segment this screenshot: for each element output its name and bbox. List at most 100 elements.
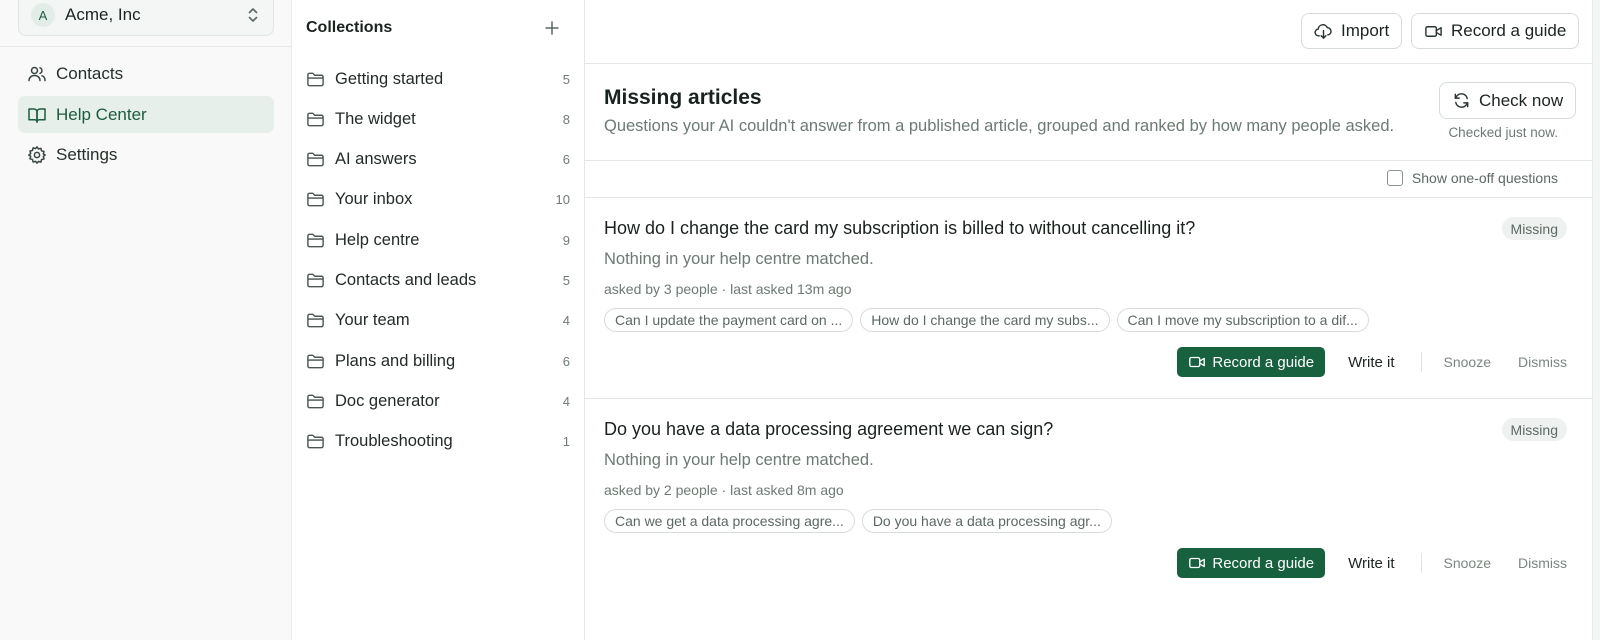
- import-label: Import: [1341, 21, 1390, 40]
- folder-icon: [307, 112, 324, 127]
- last-checked-text: Checked just now.: [1448, 125, 1558, 140]
- folder-icon: [307, 273, 324, 288]
- divider: [585, 160, 1593, 161]
- workspace-switcher[interactable]: A Acme, Inc: [18, 0, 274, 36]
- sidebar-item-label: Settings: [56, 144, 118, 164]
- collection-item[interactable]: Getting started 5: [306, 64, 570, 94]
- sidebar-divider: [0, 46, 292, 47]
- plus-icon[interactable]: [542, 18, 562, 38]
- scrollbar-track[interactable]: [1592, 0, 1600, 640]
- question-meta: asked by 3 people · last asked 13m ago: [604, 281, 852, 297]
- chevron-up-down-icon: [248, 8, 258, 22]
- record-guide-button[interactable]: Record a guide: [1177, 347, 1326, 377]
- check-now-button[interactable]: Check now: [1439, 82, 1577, 119]
- question-note: Nothing in your help centre matched.: [604, 250, 874, 268]
- show-oneoff-toggle[interactable]: Show one-off questions: [1386, 170, 1558, 186]
- sidebar-item-settings[interactable]: Settings: [18, 136, 274, 173]
- folder-icon: [307, 354, 324, 368]
- collection-item[interactable]: Contacts and leads 5: [306, 266, 570, 296]
- action-separator: [1420, 553, 1422, 573]
- sidebar-item-contacts[interactable]: Contacts: [18, 55, 274, 92]
- record-guide-label: Record a guide: [1212, 353, 1315, 371]
- collection-count: 6: [562, 152, 570, 168]
- folder-icon: [307, 152, 324, 167]
- question-variants: Can we get a data processing agre... Do …: [604, 509, 1112, 533]
- collection-name: Contacts and leads: [335, 271, 477, 289]
- folder-icon: [307, 233, 324, 248]
- record-guide-button[interactable]: Record a guide: [1177, 548, 1326, 578]
- collection-name: Getting started: [335, 69, 444, 88]
- gear-icon: [28, 145, 46, 164]
- status-badge: Missing: [1501, 418, 1567, 441]
- question-title: How do I change the card my subscription…: [604, 218, 1196, 238]
- collection-name: The widget: [335, 109, 416, 128]
- question-variant-chip[interactable]: How do I change the card my subs...: [860, 308, 1110, 332]
- write-it-button[interactable]: Write it: [1348, 354, 1394, 371]
- record-guide-top-button[interactable]: Record a guide: [1411, 13, 1580, 49]
- question-note: Nothing in your help centre matched.: [604, 451, 874, 469]
- folder-icon: [307, 434, 324, 449]
- sidebar-item-help-center[interactable]: Help Center: [18, 96, 274, 133]
- folder-icon: [307, 313, 324, 328]
- action-separator: [1420, 352, 1422, 372]
- snooze-button[interactable]: Snooze: [1444, 555, 1491, 571]
- import-button[interactable]: Import: [1301, 13, 1403, 49]
- main-content: Import Record a guide Missing articles Q…: [585, 0, 1600, 640]
- sidebar-item-label: Help Center: [56, 104, 147, 124]
- collection-item[interactable]: Troubleshooting 1: [306, 427, 570, 457]
- collection-item[interactable]: AI answers 6: [306, 145, 570, 175]
- show-oneoff-checkbox[interactable]: [1386, 170, 1403, 186]
- collection-count: 8: [562, 111, 570, 127]
- question-card: Do you have a data processing agreement …: [585, 399, 1593, 599]
- video-camera-icon: [1425, 25, 1442, 37]
- collection-item[interactable]: Doc generator 4: [306, 386, 570, 416]
- question-variant-chip[interactable]: Can I update the payment card on ...: [604, 308, 854, 332]
- snooze-button[interactable]: Snooze: [1444, 354, 1491, 370]
- question-card: How do I change the card my subscription…: [585, 198, 1593, 398]
- page-title: Missing articles: [604, 86, 762, 109]
- question-title: Do you have a data processing agreement …: [604, 419, 1054, 439]
- collection-name: Your team: [335, 311, 410, 330]
- video-camera-icon: [1189, 557, 1206, 569]
- collections-panel: Collections Getting started 5 The widget 8 A…: [292, 0, 585, 640]
- dismiss-button[interactable]: Dismiss: [1518, 555, 1567, 571]
- question-meta: asked by 2 people · last asked 8m ago: [604, 482, 844, 498]
- workspace-name: Acme, Inc: [65, 5, 141, 24]
- status-badge: Missing: [1501, 217, 1567, 240]
- book-open-icon: [28, 107, 46, 123]
- collection-name: Help centre: [335, 230, 420, 249]
- dismiss-button[interactable]: Dismiss: [1518, 354, 1567, 370]
- collection-name: Your inbox: [335, 190, 413, 209]
- sidebar: A Acme, Inc Contacts Help Center Setting…: [0, 0, 292, 640]
- sidebar-item-label: Contacts: [56, 63, 124, 83]
- question-actions: Record a guide Write it Snooze Dismiss: [1177, 347, 1567, 377]
- collection-item[interactable]: Your team 4: [306, 306, 570, 336]
- question-variant-chip[interactable]: Can I move my subscription to a dif...: [1116, 308, 1369, 332]
- question-variant-chip[interactable]: Can we get a data processing agre...: [604, 509, 855, 533]
- collection-count: 4: [562, 393, 570, 409]
- users-icon: [28, 66, 46, 81]
- collection-item[interactable]: The widget 8: [306, 104, 570, 134]
- cloud-download-icon: [1314, 23, 1332, 39]
- video-camera-icon: [1189, 356, 1206, 368]
- collection-item[interactable]: Plans and billing 6: [306, 346, 570, 376]
- write-it-button[interactable]: Write it: [1348, 555, 1394, 572]
- folder-icon: [307, 72, 324, 86]
- collections-title: Collections: [306, 19, 393, 36]
- question-variants: Can I update the payment card on ... How…: [604, 308, 1369, 332]
- collection-count: 9: [562, 232, 570, 248]
- question-variant-chip[interactable]: Do you have a data processing agr...: [861, 509, 1112, 533]
- collection-count: 6: [562, 353, 570, 369]
- collection-count: 5: [562, 273, 570, 288]
- show-oneoff-label: Show one-off questions: [1411, 170, 1558, 186]
- page-subtitle: Questions your AI couldn't answer from a…: [604, 117, 1395, 135]
- collection-item[interactable]: Help centre 9: [306, 225, 570, 255]
- refresh-icon: [1454, 93, 1469, 108]
- collection-count: 4: [562, 313, 570, 329]
- collection-name: Troubleshooting: [335, 432, 453, 451]
- check-now-label: Check now: [1479, 90, 1564, 110]
- record-guide-label: Record a guide: [1451, 21, 1567, 40]
- collection-item[interactable]: Your inbox 10: [306, 185, 570, 215]
- collection-count: 10: [555, 192, 570, 208]
- workspace-avatar: A: [31, 3, 55, 27]
